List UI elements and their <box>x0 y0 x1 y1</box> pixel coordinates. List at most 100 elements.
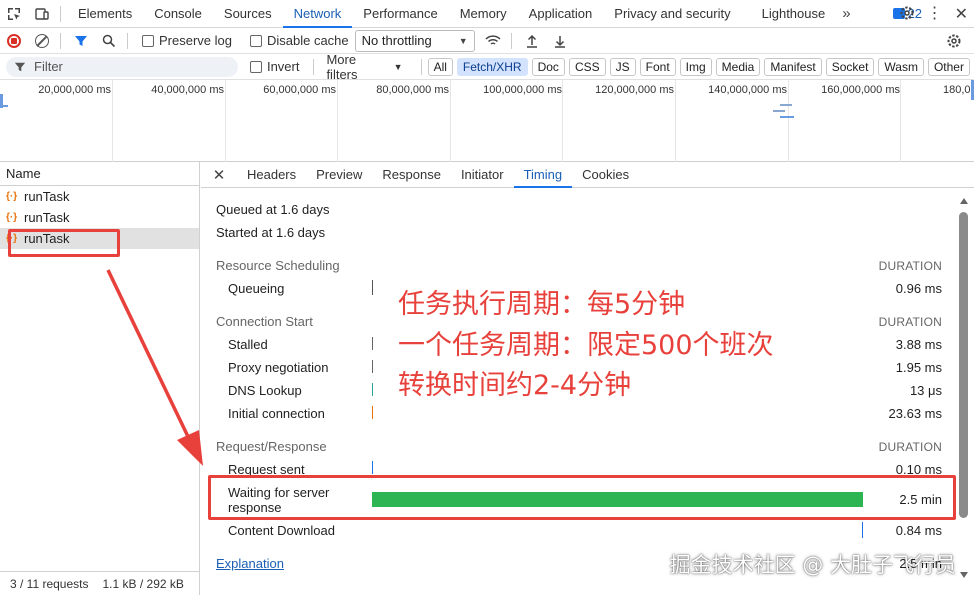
request-name: runTask <box>24 189 70 204</box>
scroll-down-arrow-icon[interactable] <box>960 572 968 578</box>
list-item[interactable]: {·} runTask <box>0 207 199 228</box>
tab-preview[interactable]: Preview <box>306 162 372 188</box>
filter-toggle-button[interactable] <box>67 28 95 54</box>
filter-input[interactable]: Filter <box>6 56 238 77</box>
filter-chip-socket[interactable]: Socket <box>825 57 875 76</box>
invert-checkbox[interactable]: Invert <box>249 59 299 74</box>
proxy-negotiation-bar <box>372 360 373 373</box>
tab-response[interactable]: Response <box>372 162 451 188</box>
network-toolbar: Preserve log Disable cache No throttling… <box>0 28 974 54</box>
initial-connection-value: 23.63 ms <box>888 406 942 421</box>
divider <box>313 58 315 75</box>
queued-at: Queued at 1.6 days <box>216 202 330 217</box>
tab-console[interactable]: Console <box>143 0 213 28</box>
request-count: 3 / 11 requests <box>10 576 89 591</box>
xhr-request-icon: {·} <box>6 212 18 223</box>
network-overview[interactable]: 20,000,000 ms 40,000,000 ms 60,000,000 m… <box>0 80 974 162</box>
close-devtools-icon[interactable]: ✕ <box>955 4 968 24</box>
scroll-up-arrow-icon[interactable] <box>960 198 968 204</box>
dropdown-caret-icon: ▼ <box>393 61 403 72</box>
more-filters-dropdown[interactable]: More filters ▼ <box>326 52 402 82</box>
content-download-value: 0.84 ms <box>895 523 942 538</box>
funnel-icon <box>14 62 26 71</box>
overview-tick-label: 160,000,000 ms <box>821 84 900 96</box>
request-sent-bar <box>372 461 373 474</box>
filter-chip-manifest[interactable]: Manifest <box>764 57 822 76</box>
tab-elements[interactable]: Elements <box>67 0 143 28</box>
filter-chip-all[interactable]: All <box>427 57 453 76</box>
settings-gear-icon[interactable] <box>899 5 915 24</box>
tab-privacy-security[interactable]: Privacy and security <box>603 0 741 28</box>
content-download-bar <box>862 522 863 538</box>
detail-tabs: ✕ Headers Preview Response Initiator Tim… <box>201 162 974 188</box>
filter-chip-wasm[interactable]: Wasm <box>878 57 924 76</box>
dns-lookup-label: DNS Lookup <box>228 383 302 398</box>
record-icon <box>7 33 21 48</box>
detail-scrollbar[interactable] <box>959 198 968 578</box>
list-item[interactable]: {·} runTask <box>0 186 199 207</box>
filter-placeholder: Filter <box>34 59 63 74</box>
tab-initiator[interactable]: Initiator <box>451 162 514 188</box>
kebab-menu-icon[interactable]: ⋮ <box>927 6 943 22</box>
divider <box>60 5 61 22</box>
filter-chip-fetch-xhr[interactable]: Fetch/XHR <box>456 57 528 76</box>
divider <box>127 32 128 49</box>
filter-chip-font[interactable]: Font <box>639 57 676 76</box>
overview-gridline <box>788 80 789 162</box>
tab-application[interactable]: Application <box>518 0 604 28</box>
queueing-value: 0.96 ms <box>895 281 942 296</box>
disable-cache-checkbox[interactable]: Disable cache <box>249 33 349 48</box>
overview-gridline <box>675 80 676 162</box>
checkbox-box <box>249 60 262 73</box>
close-detail-icon[interactable]: ✕ <box>201 166 237 184</box>
tab-network[interactable]: Network <box>282 0 353 28</box>
filter-chip-img[interactable]: Img <box>679 57 712 76</box>
filter-chip-media[interactable]: Media <box>715 57 761 76</box>
export-har-button[interactable] <box>546 28 574 54</box>
tab-lighthouse[interactable]: Lighthouse <box>742 0 837 28</box>
tab-headers[interactable]: Headers <box>237 162 306 188</box>
upload-icon <box>526 34 537 48</box>
tab-performance[interactable]: Performance <box>352 0 448 28</box>
inspect-element-icon[interactable] <box>0 0 28 28</box>
content-download-label: Content Download <box>228 523 335 538</box>
highlight-box-waiting <box>208 475 956 520</box>
network-conditions-button[interactable] <box>479 28 507 54</box>
preserve-log-checkbox[interactable]: Preserve log <box>142 33 232 48</box>
divider <box>510 32 512 49</box>
request-detail-pane: ✕ Headers Preview Response Initiator Tim… <box>201 162 974 595</box>
overview-request-mark <box>0 105 8 107</box>
overview-gridline <box>225 80 226 162</box>
scrollbar-thumb[interactable] <box>959 212 968 518</box>
clear-button[interactable] <box>28 28 56 54</box>
filter-chip-doc[interactable]: Doc <box>531 57 565 76</box>
search-button[interactable] <box>95 28 123 54</box>
filter-chip-js[interactable]: JS <box>609 57 636 76</box>
import-har-button[interactable] <box>518 28 546 54</box>
tab-timing[interactable]: Timing <box>513 162 573 188</box>
overview-tick-label: 140,000,000 ms <box>708 84 787 96</box>
section-connection-start: Connection Start <box>216 314 313 329</box>
initial-connection-bar <box>372 406 373 419</box>
filter-chip-other[interactable]: Other <box>927 57 970 76</box>
name-column-header[interactable]: Name <box>0 162 199 186</box>
device-toolbar-icon[interactable] <box>28 0 56 28</box>
overview-tick-label: 40,000,000 ms <box>151 84 224 96</box>
annotation-line-1: 任务执行周期：每5分钟 <box>398 289 686 320</box>
explanation-link[interactable]: Explanation <box>216 556 284 571</box>
overview-tick-label: 100,000,000 ms <box>483 84 562 96</box>
network-settings-button[interactable] <box>940 28 968 54</box>
tab-memory[interactable]: Memory <box>449 0 518 28</box>
started-at: Started at 1.6 days <box>216 225 326 240</box>
overview-gridline <box>562 80 563 162</box>
queueing-label: Queueing <box>228 281 285 296</box>
throttling-select[interactable]: No throttling ▼ <box>354 29 475 52</box>
filter-chip-css[interactable]: CSS <box>568 57 606 76</box>
request-list: Name {·} runTask {·} runTask {·} runTask… <box>0 162 200 595</box>
overview-request-mark <box>780 116 794 118</box>
more-tabs-icon[interactable]: » <box>836 5 856 22</box>
record-stop-button[interactable] <box>0 28 28 54</box>
overview-gridline <box>337 80 338 162</box>
tab-cookies[interactable]: Cookies <box>572 162 639 188</box>
tab-sources[interactable]: Sources <box>213 0 283 28</box>
